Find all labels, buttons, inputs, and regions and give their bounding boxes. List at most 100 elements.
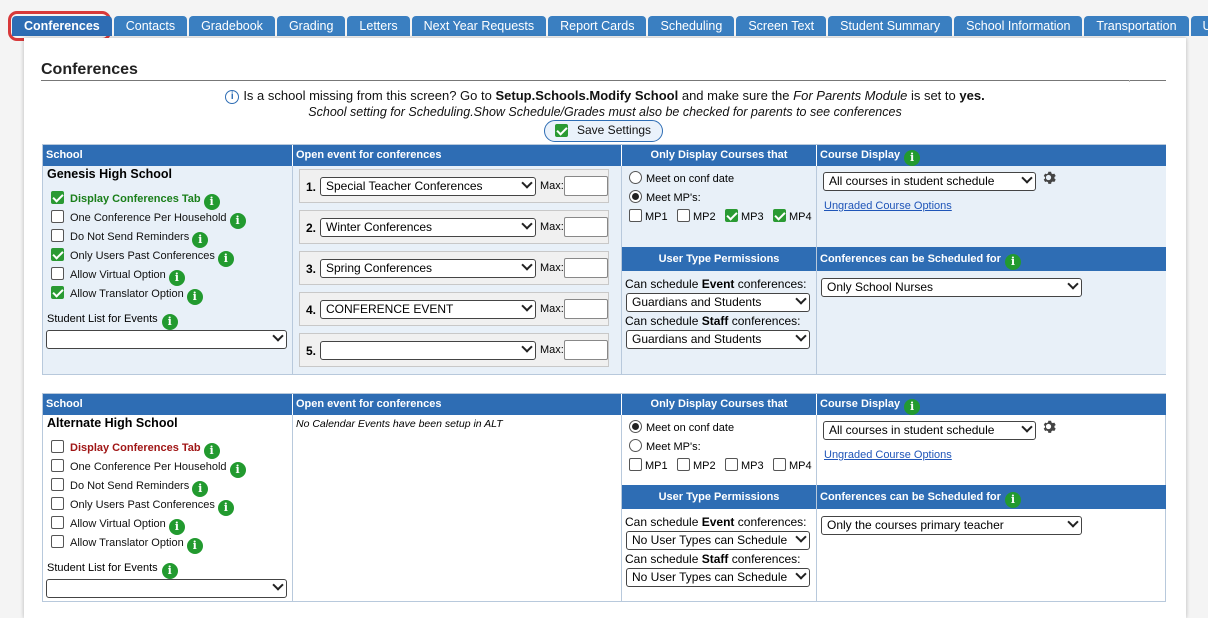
staff-permission-select[interactable]: Guardians and Students <box>626 330 810 349</box>
info-icon[interactable]: i <box>186 289 203 305</box>
meet-conf-date-option: Meet on conf date <box>629 171 734 185</box>
mp-checkbox[interactable] <box>725 458 738 471</box>
info-icon[interactable]: i <box>217 500 234 516</box>
option-checkbox[interactable] <box>51 478 64 491</box>
event-max-label: Max: <box>540 303 564 315</box>
event-max-input[interactable] <box>564 176 608 196</box>
info-icon[interactable]: i <box>229 462 246 478</box>
option-allow-virtual-option: Allow Virtual Option i <box>51 516 185 535</box>
option-checkbox[interactable] <box>51 497 64 510</box>
mp-checkbox[interactable] <box>629 209 642 222</box>
info-icon[interactable]: i <box>203 194 220 210</box>
tab-u[interactable]: U <box>1190 16 1208 36</box>
student-list-select[interactable] <box>46 579 287 598</box>
option-checkbox[interactable] <box>51 459 64 472</box>
info-icon[interactable]: i <box>904 150 921 166</box>
mp-checkbox[interactable] <box>773 458 786 471</box>
event-select[interactable]: Special Teacher Conferences <box>320 177 536 196</box>
tab-transportation[interactable]: Transportation <box>1084 16 1189 36</box>
info-icon[interactable]: i <box>1004 492 1021 508</box>
info-icon[interactable]: i <box>1004 254 1021 270</box>
event-permission-select[interactable]: Guardians and Students <box>626 293 810 312</box>
mp-option-mp1: MP1 <box>629 209 668 223</box>
info-icon[interactable]: i <box>229 213 246 229</box>
event-number: 4. <box>306 303 317 317</box>
scheduled-for-select[interactable]: Only the courses primary teacher <box>821 516 1082 535</box>
tab-conferences[interactable]: Conferences <box>12 16 112 36</box>
save-settings-button[interactable]: Save Settings <box>544 120 663 142</box>
info-icon[interactable]: i <box>203 443 220 459</box>
school-block: School Open event for conferences Only Dis… <box>42 393 1166 602</box>
mp-option-mp4: MP4 <box>773 209 812 223</box>
event-select[interactable]: Winter Conferences <box>320 218 536 237</box>
option-checkbox[interactable] <box>51 229 64 242</box>
perm-word: Event <box>701 277 735 291</box>
event-max-input[interactable] <box>564 217 608 237</box>
info-icon[interactable]: i <box>217 251 234 267</box>
student-list-select[interactable] <box>46 330 287 349</box>
tab-screen-text[interactable]: Screen Text <box>736 16 827 36</box>
tab-gradebook[interactable]: Gradebook <box>189 16 275 36</box>
meet-conf-date-label: Meet on conf date <box>646 422 735 434</box>
student-list-label: Student List for Events i <box>47 313 178 330</box>
event-permission-value: No User Types can Schedule <box>632 533 788 547</box>
tab-grading[interactable]: Grading <box>276 16 346 36</box>
mp-checkbox[interactable] <box>629 458 642 471</box>
meet-mps-radio[interactable] <box>629 190 642 203</box>
staff-permission-select[interactable]: No User Types can Schedule <box>626 568 810 587</box>
course-display-select[interactable]: All courses in student schedule <box>823 421 1036 440</box>
info-icon[interactable]: i <box>168 519 185 535</box>
option-checkbox[interactable] <box>51 267 64 280</box>
mp-checkbox[interactable] <box>677 209 690 222</box>
event-select[interactable] <box>320 341 536 360</box>
option-checkbox[interactable] <box>51 210 64 223</box>
tab-school-information[interactable]: School Information <box>954 16 1083 36</box>
info-icon[interactable]: i <box>192 481 209 497</box>
tab-next-year-requests[interactable]: Next Year Requests <box>411 16 547 36</box>
mp-checkbox[interactable] <box>773 209 786 222</box>
tab-student-summary[interactable]: Student Summary <box>828 16 953 36</box>
info-icon[interactable]: i <box>161 563 178 579</box>
ungraded-course-options-link[interactable]: Ungraded Course Options <box>824 449 952 461</box>
event-permission-select[interactable]: No User Types can Schedule <box>626 531 810 550</box>
scheduled-for-select[interactable]: Only School Nurses <box>821 278 1082 297</box>
tab-scheduling[interactable]: Scheduling <box>648 16 735 36</box>
tab-letters[interactable]: Letters <box>347 16 410 36</box>
option-checkbox[interactable] <box>51 248 64 261</box>
student-list-label-text: Student List for Events <box>47 562 158 574</box>
header-open-event: Open event for conferences <box>293 145 621 166</box>
meet-mps-radio[interactable] <box>629 439 642 452</box>
tab-contacts[interactable]: Contacts <box>113 16 188 36</box>
tab-report-cards[interactable]: Report Cards <box>548 16 647 36</box>
event-max-input[interactable] <box>564 258 608 278</box>
chevron-down-icon <box>1067 279 1079 290</box>
meet-conf-date-radio[interactable] <box>629 420 642 433</box>
info-icon[interactable]: i <box>186 538 203 554</box>
option-only-users-past-conferences: Only Users Past Conferences i <box>51 497 234 516</box>
info-icon[interactable]: i <box>161 314 178 330</box>
info-icon[interactable]: i <box>168 270 185 286</box>
option-checkbox[interactable] <box>51 440 64 453</box>
event-select-value: CONFERENCE EVENT <box>326 302 454 316</box>
option-checkbox[interactable] <box>51 516 64 529</box>
chevron-down-icon <box>795 331 807 342</box>
option-checkbox[interactable] <box>51 535 64 548</box>
event-select[interactable]: Spring Conferences <box>320 259 536 278</box>
gear-icon[interactable] <box>1041 170 1056 185</box>
event-max-input[interactable] <box>564 340 608 360</box>
mp-option-mp2: MP2 <box>677 458 716 472</box>
mp-label: MP4 <box>789 460 812 472</box>
option-one-conference-per-household: One Conference Per Household i <box>51 459 246 478</box>
option-checkbox[interactable] <box>51 191 64 204</box>
mp-checkbox[interactable] <box>725 209 738 222</box>
event-max-input[interactable] <box>564 299 608 319</box>
scheduled-for-value: Only School Nurses <box>827 280 934 294</box>
ungraded-course-options-link[interactable]: Ungraded Course Options <box>824 200 952 212</box>
gear-icon[interactable] <box>1041 419 1056 434</box>
course-display-select[interactable]: All courses in student schedule <box>823 172 1036 191</box>
option-checkbox[interactable] <box>51 286 64 299</box>
meet-conf-date-radio[interactable] <box>629 171 642 184</box>
mp-checkbox[interactable] <box>677 458 690 471</box>
event-select[interactable]: CONFERENCE EVENT <box>320 300 536 319</box>
info-icon[interactable]: i <box>904 399 921 415</box>
